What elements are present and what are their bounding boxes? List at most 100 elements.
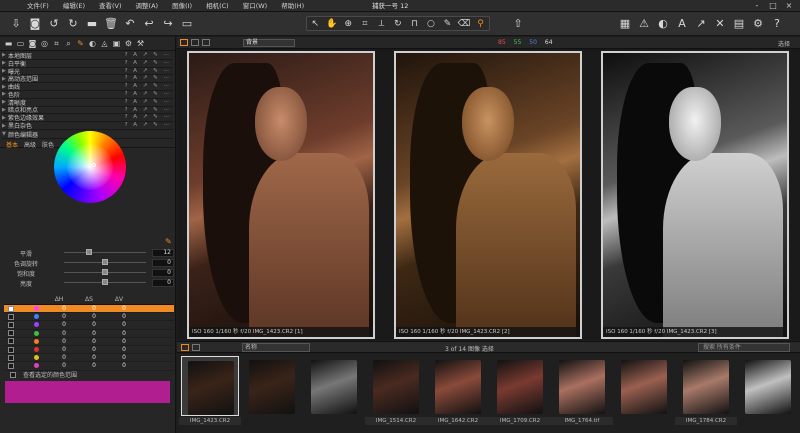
row-checkbox[interactable] [8,313,14,320]
settings-icon[interactable]: ⚙ [750,16,766,32]
capture-icon[interactable]: ◙ [27,16,43,32]
table-row[interactable]: 0 0 0 [4,313,174,322]
picker-tool[interactable]: ⚲ [474,19,488,29]
tool-actions-icon[interactable]: ? A ↗ ✎ ⋯ [125,75,171,81]
search-icon[interactable]: ⌕ [63,39,74,49]
thumbnail[interactable] [243,356,301,416]
select-tool[interactable]: ↖ [308,19,322,29]
menu-item[interactable]: 文件(F) [20,1,56,11]
row-checkbox[interactable] [8,321,14,328]
slider-thumb[interactable] [85,249,92,255]
slider-value-input[interactable]: 12 [152,249,174,257]
tool-row[interactable]: ▶ 白平衡? A ↗ ✎ ⋯ [2,60,173,68]
sort-select[interactable]: 名称 [242,342,310,352]
list-view-button[interactable] [192,343,200,351]
menu-item[interactable]: 查看(V) [92,1,129,11]
table-row[interactable]: 0 0 0 [4,346,174,355]
tool-row[interactable]: ▶ 色阶? A ↗ ✎ ⋯ [2,91,173,99]
view-range-checkbox[interactable] [10,371,16,378]
menu-item[interactable]: 帮助(H) [274,1,311,11]
tool-row[interactable]: ▶ 本地图层? A ↗ ✎ ⋯ [2,52,173,60]
exposure-icon[interactable]: ◐ [655,16,671,32]
slider-track[interactable] [64,252,146,253]
row-checkbox[interactable] [8,305,14,312]
crop-icon[interactable]: ⌗ [51,39,62,49]
tool-row[interactable]: ▶ 黑白杂色? A ↗ ✎ ⋯ [2,122,173,130]
thumbnail[interactable] [553,356,611,416]
rotate-tool[interactable]: ↻ [391,19,405,29]
table-row[interactable]: 0 0 0 [4,305,174,314]
slider-thumb[interactable] [102,269,108,275]
slider-value-input[interactable]: 0 [152,259,174,267]
search-input[interactable]: 搜索 所有条件 [698,343,790,352]
delete-icon[interactable]: 🗑 [103,16,119,32]
keystone-tool[interactable]: ⊓ [407,19,421,29]
text-icon[interactable]: A [674,16,690,32]
settings-icon[interactable]: ⚙ [123,39,134,49]
thumbnail[interactable] [181,356,239,416]
tool-actions-icon[interactable]: ? A ↗ ✎ ⋯ [125,83,171,89]
thumbnail[interactable] [615,356,673,416]
slider-thumb[interactable] [102,259,108,265]
details-icon[interactable]: ◬ [99,39,110,49]
tool-actions-icon[interactable]: ? A ↗ ✎ ⋯ [125,122,171,128]
minimize-button[interactable]: - [750,0,764,11]
exposure-icon[interactable]: ◐ [87,39,98,49]
tool-actions-icon[interactable]: ? A ↗ ✎ ⋯ [125,60,171,66]
table-row[interactable]: 0 0 0 [4,321,174,330]
color-wheel-picker[interactable] [92,163,96,167]
table-row[interactable]: 0 0 0 [4,354,174,363]
lens-icon[interactable]: ◎ [39,39,50,49]
view-range-checkbox-row[interactable]: 查看选定的颜色范围 [6,370,77,379]
straighten-tool[interactable]: ⟂ [374,19,388,29]
table-row[interactable]: 0 0 0 [4,330,174,338]
tool-row[interactable]: ▶ 高动态范围? A ↗ ✎ ⋯ [2,75,173,83]
thumbnail[interactable] [367,356,425,416]
variant-select[interactable]: 背景 [243,38,295,47]
slider-value-input[interactable]: 0 [152,269,174,277]
tab-advanced[interactable]: 高级 [24,140,36,149]
rotate-right-icon[interactable]: ↻ [65,16,81,32]
crop-tool[interactable]: ⌗ [358,19,372,29]
thumbnail[interactable] [677,356,735,416]
menu-item[interactable]: 编辑(E) [56,1,92,11]
variant-icon[interactable]: ▭ [179,16,195,32]
thumbnail[interactable] [739,356,797,416]
color-wheel[interactable] [54,131,126,203]
library-icon[interactable]: ▭ [15,39,26,49]
tool-actions-icon[interactable]: ? A ↗ ✎ ⋯ [125,107,171,113]
reset-icon[interactable]: ↶ [122,16,138,32]
folder-icon[interactable]: ▬ [84,16,100,32]
row-checkbox[interactable] [8,346,14,353]
menu-item[interactable]: 图像(I) [165,1,199,11]
thumbnail[interactable] [305,356,363,416]
undo-icon[interactable]: ↩ [141,16,157,32]
tool-actions-icon[interactable]: ? A ↗ ✎ ⋯ [125,114,171,120]
table-row[interactable]: 0 0 0 [4,338,174,346]
rotate-left-icon[interactable]: ↺ [46,16,62,32]
thumbnail[interactable] [429,356,487,416]
row-checkbox[interactable] [8,330,14,337]
arrow-icon[interactable]: ↗ [693,16,709,32]
slider-thumb[interactable] [102,279,108,285]
warning-icon[interactable]: ⚠ [636,16,652,32]
row-checkbox[interactable] [8,338,14,345]
picker-icon[interactable]: ✎ [165,237,172,246]
slider-value-input[interactable]: 0 [152,279,174,287]
help-icon[interactable]: ? [769,16,785,32]
thumb-view-button[interactable] [181,343,189,351]
photo-variant-2[interactable]: ISO 160 1/160 秒 f/20 IMG_1423.CR2 [2] [394,51,582,339]
photo-variant-3[interactable]: ISO 160 1/160 秒 f/20 IMG_1423.CR2 [3] [601,51,789,339]
print-icon[interactable]: ▤ [731,16,747,32]
folder-icon[interactable]: ▬ [3,39,14,49]
row-checkbox[interactable] [8,354,14,361]
tool-actions-icon[interactable]: ? A ↗ ✎ ⋯ [125,52,171,58]
color-icon[interactable]: ✎ [75,39,86,49]
compare-view-button[interactable] [202,39,210,46]
camera-icon[interactable]: ◙ [27,39,38,49]
tool-row[interactable]: ▶ 曲线? A ↗ ✎ ⋯ [2,83,173,91]
menu-item[interactable]: 相机(C) [199,1,236,11]
grid-view-button[interactable] [180,39,188,46]
output-icon[interactable]: ⚒ [135,39,146,49]
export-icon[interactable]: ⇧ [510,16,526,32]
